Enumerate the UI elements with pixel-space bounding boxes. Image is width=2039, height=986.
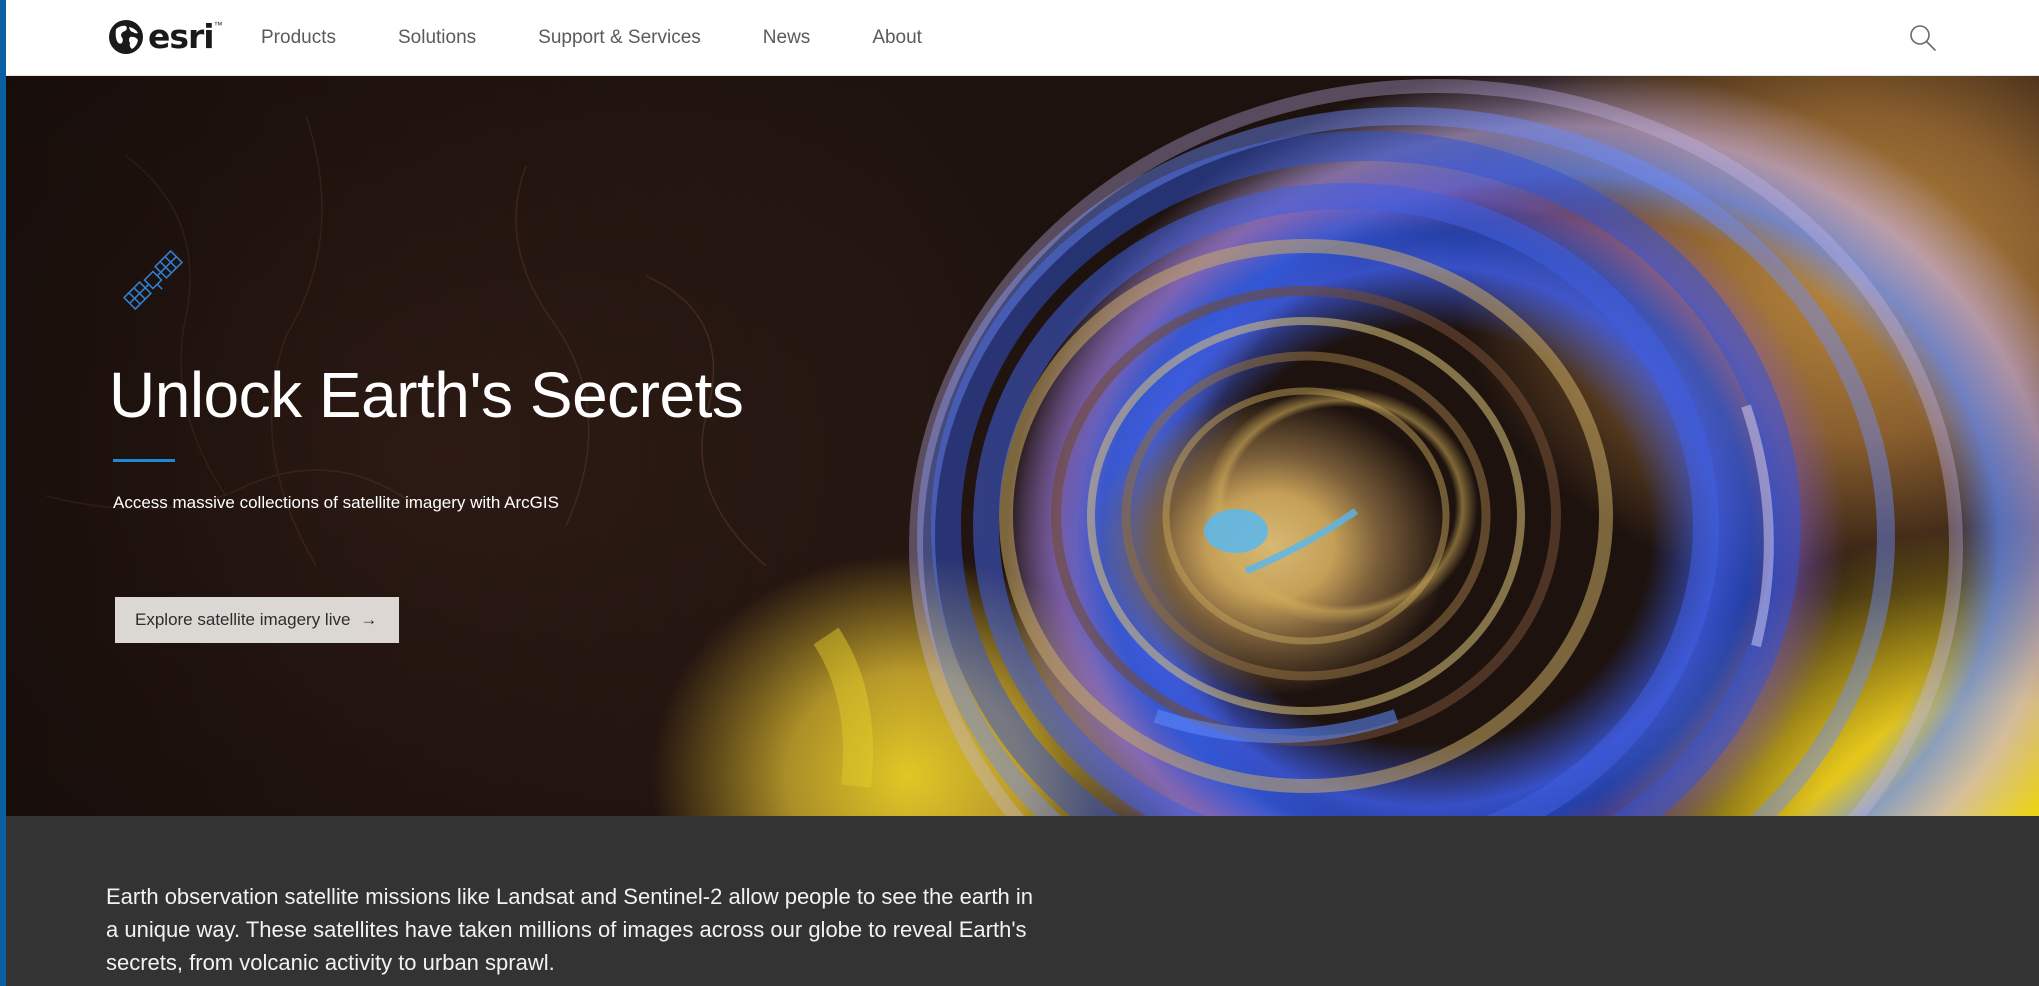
search-icon[interactable]	[1907, 22, 1939, 54]
esri-logo[interactable]: esri ™	[106, 16, 223, 58]
nav-item-support-services[interactable]: Support & Services	[538, 27, 701, 49]
arrow-right-icon: →	[360, 610, 378, 629]
page-frame: esri ™ Products Solutions Support & Serv…	[6, 0, 2039, 986]
hero-banner: Unlock Earth's Secrets Access massive co…	[6, 76, 2039, 816]
satellite-imagery-background	[45, 79, 1963, 816]
title-accent-rule	[113, 459, 175, 462]
hero-title: Unlock Earth's Secrets	[109, 359, 744, 431]
intro-section: Earth observation satellite missions lik…	[6, 816, 2039, 986]
intro-paragraph: Earth observation satellite missions lik…	[106, 884, 1033, 975]
explore-imagery-label: Explore satellite imagery live	[135, 610, 351, 629]
nav-item-about[interactable]: About	[872, 27, 922, 49]
nav-item-products[interactable]: Products	[261, 27, 336, 49]
satellite-icon	[122, 249, 184, 311]
explore-imagery-button[interactable]: Explore satellite imagery live →	[115, 597, 400, 643]
globe-logo-icon	[109, 20, 143, 54]
nav-item-solutions[interactable]: Solutions	[398, 27, 476, 49]
hero-subtitle: Access massive collections of satellite …	[113, 493, 559, 512]
nav-item-news[interactable]: News	[763, 27, 811, 49]
logo-wordmark: esri	[148, 17, 215, 56]
top-navigation: esri ™ Products Solutions Support & Serv…	[6, 0, 2039, 76]
logo-trademark: ™	[213, 20, 223, 30]
main-nav: Products Solutions Support & Services Ne…	[261, 0, 984, 75]
